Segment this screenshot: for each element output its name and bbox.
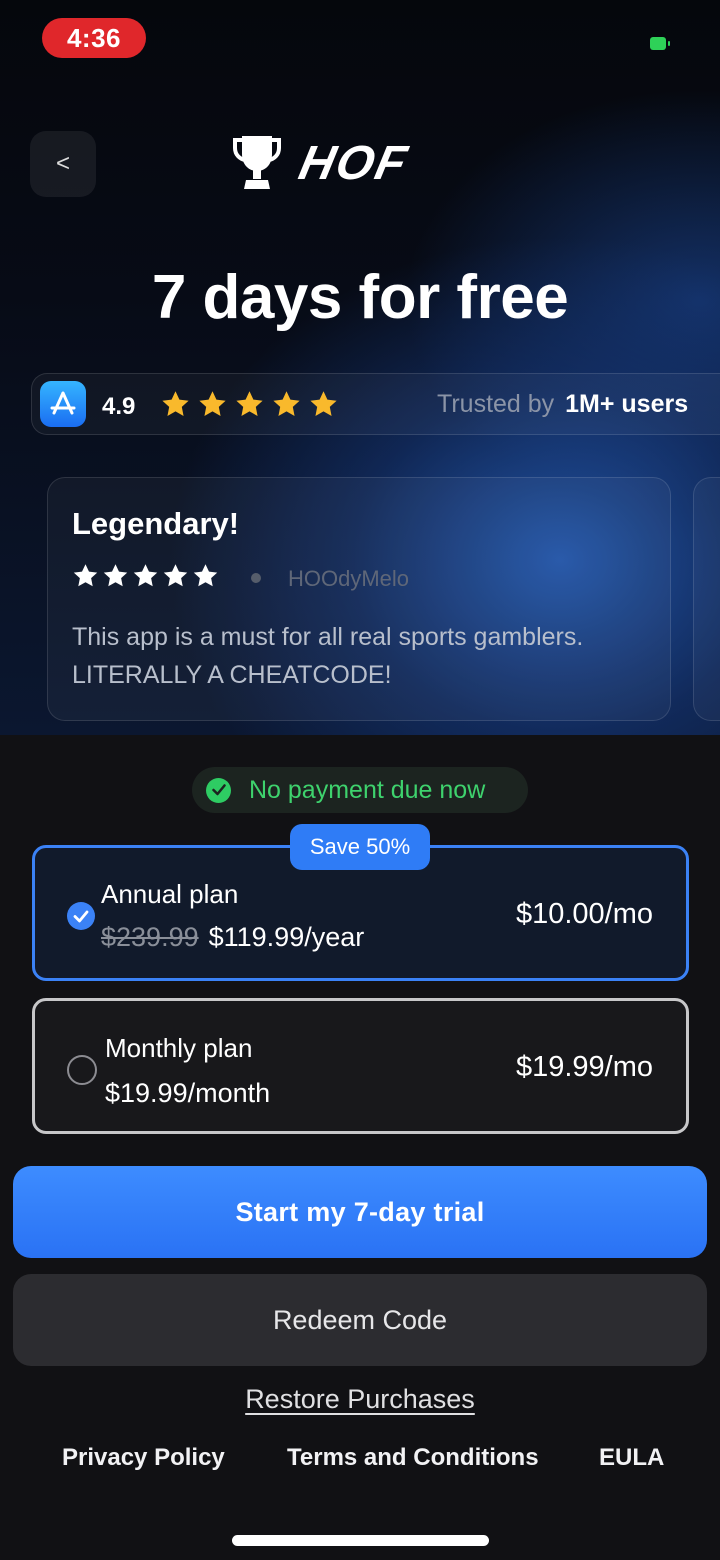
separator-dot bbox=[251, 573, 261, 583]
status-time: 4:36 bbox=[42, 18, 146, 58]
star-icon bbox=[163, 564, 188, 587]
home-indicator bbox=[232, 1535, 489, 1546]
star-icon bbox=[236, 391, 263, 416]
monthly-plan-name: Monthly plan bbox=[105, 1033, 253, 1063]
star-icon bbox=[273, 391, 300, 416]
redeem-code-button[interactable]: Redeem Code bbox=[13, 1274, 707, 1366]
review-card-next[interactable] bbox=[693, 477, 720, 721]
star-icon bbox=[193, 564, 218, 587]
star-icon bbox=[199, 391, 226, 416]
review-title: Legendary! bbox=[72, 506, 240, 541]
radio-checked-icon bbox=[67, 902, 95, 930]
rating-value: 4.9 bbox=[102, 393, 136, 420]
trophy-icon bbox=[233, 136, 281, 189]
eula-link[interactable]: EULA bbox=[599, 1444, 664, 1472]
rating-stars bbox=[160, 390, 339, 419]
logo-wordmark: HOF bbox=[294, 136, 413, 190]
battery-icon bbox=[650, 37, 670, 50]
rating-bar: 4.9 Trusted by 1M+ users bbox=[31, 373, 720, 435]
review-body: This app is a must for all real sports g… bbox=[72, 623, 584, 689]
check-circle-icon bbox=[206, 777, 231, 803]
annual-plan-name: Annual plan bbox=[101, 879, 239, 909]
star-icon bbox=[73, 564, 98, 587]
review-card: Legendary! HOOdyMelo This app is a must … bbox=[47, 477, 671, 721]
terms-link[interactable]: Terms and Conditions bbox=[287, 1444, 539, 1472]
app-store-icon bbox=[40, 381, 86, 427]
monthly-monthly-equivalent: $19.99/mo bbox=[515, 1051, 653, 1083]
restore-purchases-link[interactable]: Restore Purchases bbox=[0, 1384, 720, 1415]
monthly-plan-option[interactable]: Monthly plan $19.99/month $19.99/mo bbox=[32, 998, 689, 1134]
radio-unchecked-icon bbox=[67, 1055, 97, 1085]
star-icon bbox=[310, 391, 337, 416]
privacy-policy-link[interactable]: Privacy Policy bbox=[62, 1444, 225, 1472]
page-title: 7 days for free bbox=[151, 263, 569, 332]
annual-monthly-equivalent: $10.00/mo bbox=[515, 898, 653, 930]
annual-old-price: $239.99 bbox=[101, 922, 199, 952]
app-logo: HOF bbox=[232, 132, 492, 194]
star-icon bbox=[162, 391, 189, 416]
hero-section: 4:36 < HOF 7 days for free 4.9 Trusted b… bbox=[0, 0, 720, 735]
review-stars bbox=[72, 563, 219, 589]
save-badge: Save 50% bbox=[290, 824, 430, 870]
monthly-plan-price: $19.99/month bbox=[105, 1078, 271, 1108]
star-icon bbox=[133, 564, 158, 587]
back-button[interactable]: < bbox=[30, 131, 96, 197]
star-icon bbox=[103, 564, 128, 587]
review-author: HOOdyMelo bbox=[288, 566, 410, 591]
no-payment-badge: No payment due now bbox=[192, 767, 528, 813]
trusted-text: Trusted by 1M+ users bbox=[437, 390, 689, 418]
annual-plan-price: $239.99 $119.99/year bbox=[101, 922, 365, 952]
no-payment-text: No payment due now bbox=[249, 775, 486, 804]
start-trial-button[interactable]: Start my 7-day trial bbox=[13, 1166, 707, 1258]
